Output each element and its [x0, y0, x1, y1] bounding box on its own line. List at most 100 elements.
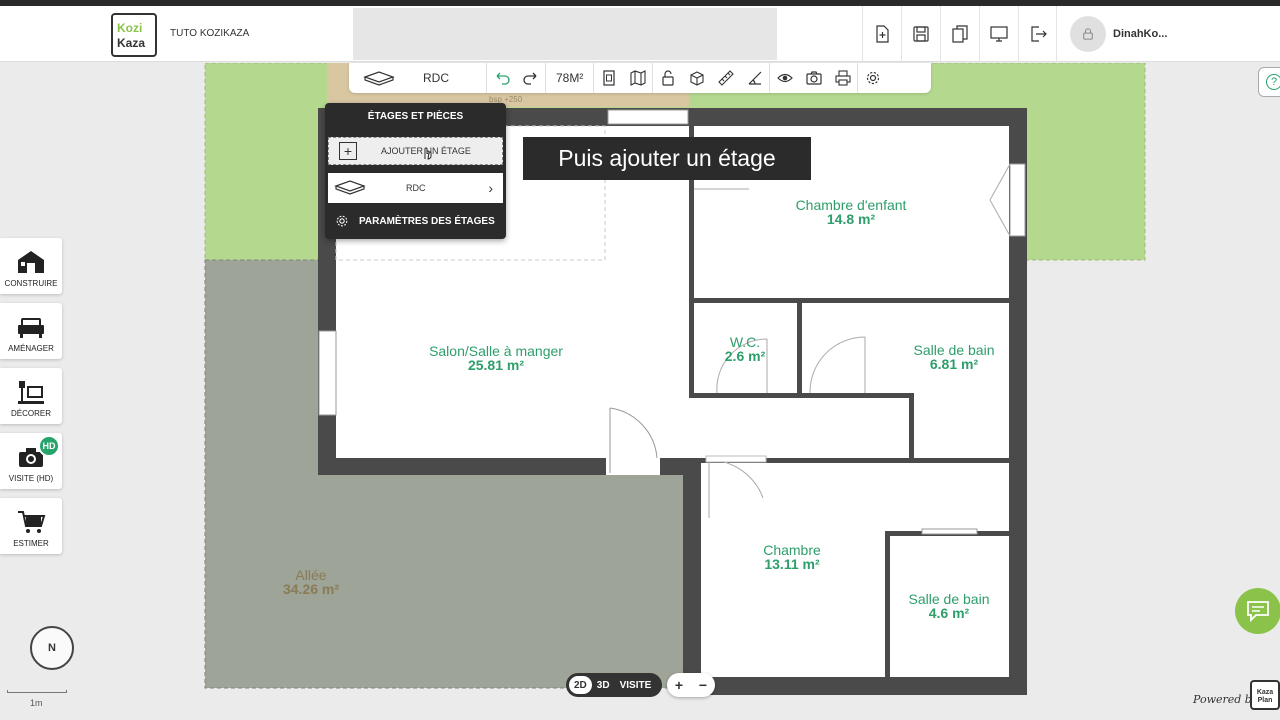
room-label-wc[interactable]: W.C. 2.6 m² — [725, 335, 765, 363]
settings-gear-icon[interactable] — [858, 63, 887, 93]
room-area: 2.6 m² — [724, 348, 766, 364]
kozikaza-logo[interactable]: Kozi Kaza — [111, 13, 157, 57]
floor-item-rdc[interactable]: RDC › — [328, 173, 503, 203]
powered-by-text: Powered by — [1193, 693, 1259, 706]
screen-icon[interactable] — [979, 6, 1018, 62]
chevron-right-icon: › — [488, 180, 493, 196]
zoom-out-button[interactable]: − — [699, 677, 707, 693]
map-icon[interactable] — [623, 63, 652, 93]
logo-text-top: Kozi — [117, 21, 143, 35]
avatar — [1070, 16, 1106, 52]
help-button[interactable]: ? — [1258, 67, 1280, 97]
plan-toolbar: RDC 78M² — [349, 63, 931, 93]
floor-selector[interactable]: RDC — [349, 63, 487, 93]
redo-icon[interactable] — [516, 63, 545, 93]
zoom-in-button[interactable]: + — [675, 677, 683, 693]
plan-doc-icon[interactable] — [594, 63, 623, 93]
chat-icon — [1247, 601, 1269, 622]
floor-settings-button[interactable]: PARAMÈTRES DES ÉTAGES — [335, 214, 495, 228]
chat-button[interactable] — [1235, 588, 1280, 634]
room-label-bath1[interactable]: Salle de bain 6.81 m² — [914, 343, 995, 371]
lock-icon — [1083, 28, 1093, 40]
window-right[interactable] — [1009, 163, 1026, 237]
lock-icon[interactable] — [653, 63, 682, 93]
sidebar-label: CONSTRUIRE — [4, 279, 58, 288]
cart-icon — [18, 511, 46, 533]
sidebar-item-estimer[interactable]: ESTIMER — [0, 498, 62, 554]
project-name: TUTO KOZIKAZA — [170, 28, 250, 39]
room-area: 25.81 m² — [467, 357, 525, 373]
zoom-controls: + − — [667, 673, 715, 697]
user-menu[interactable]: DinahKo... — [1056, 6, 1280, 62]
room-area: 4.6 m² — [928, 605, 970, 621]
room-area: 13.11 m² — [764, 556, 820, 572]
sidebar-label: DÉCORER — [10, 409, 51, 418]
header-actions — [862, 6, 1057, 62]
sidebar-label: ESTIMER — [13, 539, 49, 548]
scale-label: 1m — [30, 698, 43, 708]
gear-icon — [336, 215, 348, 227]
room-label-kid[interactable]: Chambre d'enfant 14.8 m² — [796, 198, 907, 226]
sidebar-label: VISITE (HD) — [8, 474, 54, 483]
help-icon: ? — [1266, 74, 1280, 90]
print-icon[interactable] — [828, 63, 857, 93]
sidebar-item-construire[interactable]: CONSTRUIRE — [0, 238, 62, 294]
bedroom-door-gap — [705, 455, 767, 463]
compass-icon[interactable]: N — [30, 626, 74, 670]
view-mode-toggle: 2D 3D VISITE — [566, 673, 662, 697]
hand-cursor-icon — [424, 147, 432, 160]
wall-partition-3 — [797, 303, 802, 398]
ruler-icon[interactable] — [711, 63, 740, 93]
logo-text-bottom: Kaza — [117, 36, 146, 50]
floor-settings-label: PARAMÈTRES DES ÉTAGES — [359, 215, 495, 227]
room-area: 6.81 m² — [929, 356, 979, 372]
wall-partition-7 — [885, 531, 890, 677]
angle-icon[interactable] — [740, 63, 769, 93]
add-floor-button[interactable]: + AJOUTER UN ÉTAGE — [328, 137, 503, 165]
tutorial-caption: Puis ajouter un étage — [523, 137, 811, 180]
sidebar-label: AMÉNAGER — [8, 344, 54, 353]
view-2d-button[interactable]: 2D — [569, 676, 592, 694]
room-label-living[interactable]: Salon/Salle à manger 25.81 m² — [429, 344, 563, 372]
username: DinahKo... — [1113, 28, 1168, 40]
lamp-icon — [18, 381, 44, 404]
sofa-icon — [18, 318, 44, 338]
entry-door-gap — [606, 456, 660, 475]
window-left[interactable] — [318, 330, 337, 416]
window-top[interactable] — [607, 109, 689, 125]
room-area: 34.26 m² — [282, 581, 340, 597]
dropdown-title: ÉTAGES ET PIÈCES — [367, 111, 464, 122]
wall-partition-4 — [689, 393, 914, 398]
header-placeholder — [353, 8, 777, 60]
window-inner[interactable] — [921, 528, 978, 535]
sidebar-item-amenager[interactable]: AMÉNAGER — [0, 303, 62, 359]
room-area: 14.8 m² — [826, 211, 876, 227]
room-label-bath2[interactable]: Salle de bain 4.6 m² — [909, 592, 990, 620]
kazaplan-logo[interactable]: Kaza Plan — [1250, 680, 1280, 710]
view-3d-button[interactable]: 3D — [592, 676, 615, 694]
floor-label: RDC — [423, 71, 449, 85]
app-header: Kozi Kaza TUTO KOZIKAZA DinahKo... — [0, 6, 1280, 62]
duplicate-icon[interactable] — [940, 6, 979, 62]
camera-icon[interactable] — [799, 63, 828, 93]
wall-partition-2 — [689, 298, 1009, 303]
floor-icon — [363, 71, 395, 86]
floor-item-label: RDC — [406, 183, 426, 193]
eye-icon[interactable] — [770, 63, 799, 93]
scale-bar — [7, 690, 67, 693]
hd-badge: HD — [38, 435, 60, 457]
wall-partition-5 — [909, 393, 914, 460]
surface-area: 78M² — [545, 63, 595, 93]
compass-label: N — [48, 642, 56, 654]
house-icon — [18, 251, 44, 273]
sidebar-item-decorer[interactable]: DÉCORER — [0, 368, 62, 424]
undo-icon[interactable] — [487, 63, 516, 93]
room-label-allee[interactable]: Allée 34.26 m² — [283, 568, 339, 596]
room-label-bedroom[interactable]: Chambre 13.11 m² — [763, 543, 821, 571]
plus-icon: + — [339, 142, 357, 160]
logout-icon[interactable] — [1018, 6, 1057, 62]
new-plan-icon[interactable] — [862, 6, 901, 62]
cube-icon[interactable] — [682, 63, 711, 93]
view-visite-button[interactable]: VISITE — [615, 676, 657, 694]
save-icon[interactable] — [901, 6, 940, 62]
